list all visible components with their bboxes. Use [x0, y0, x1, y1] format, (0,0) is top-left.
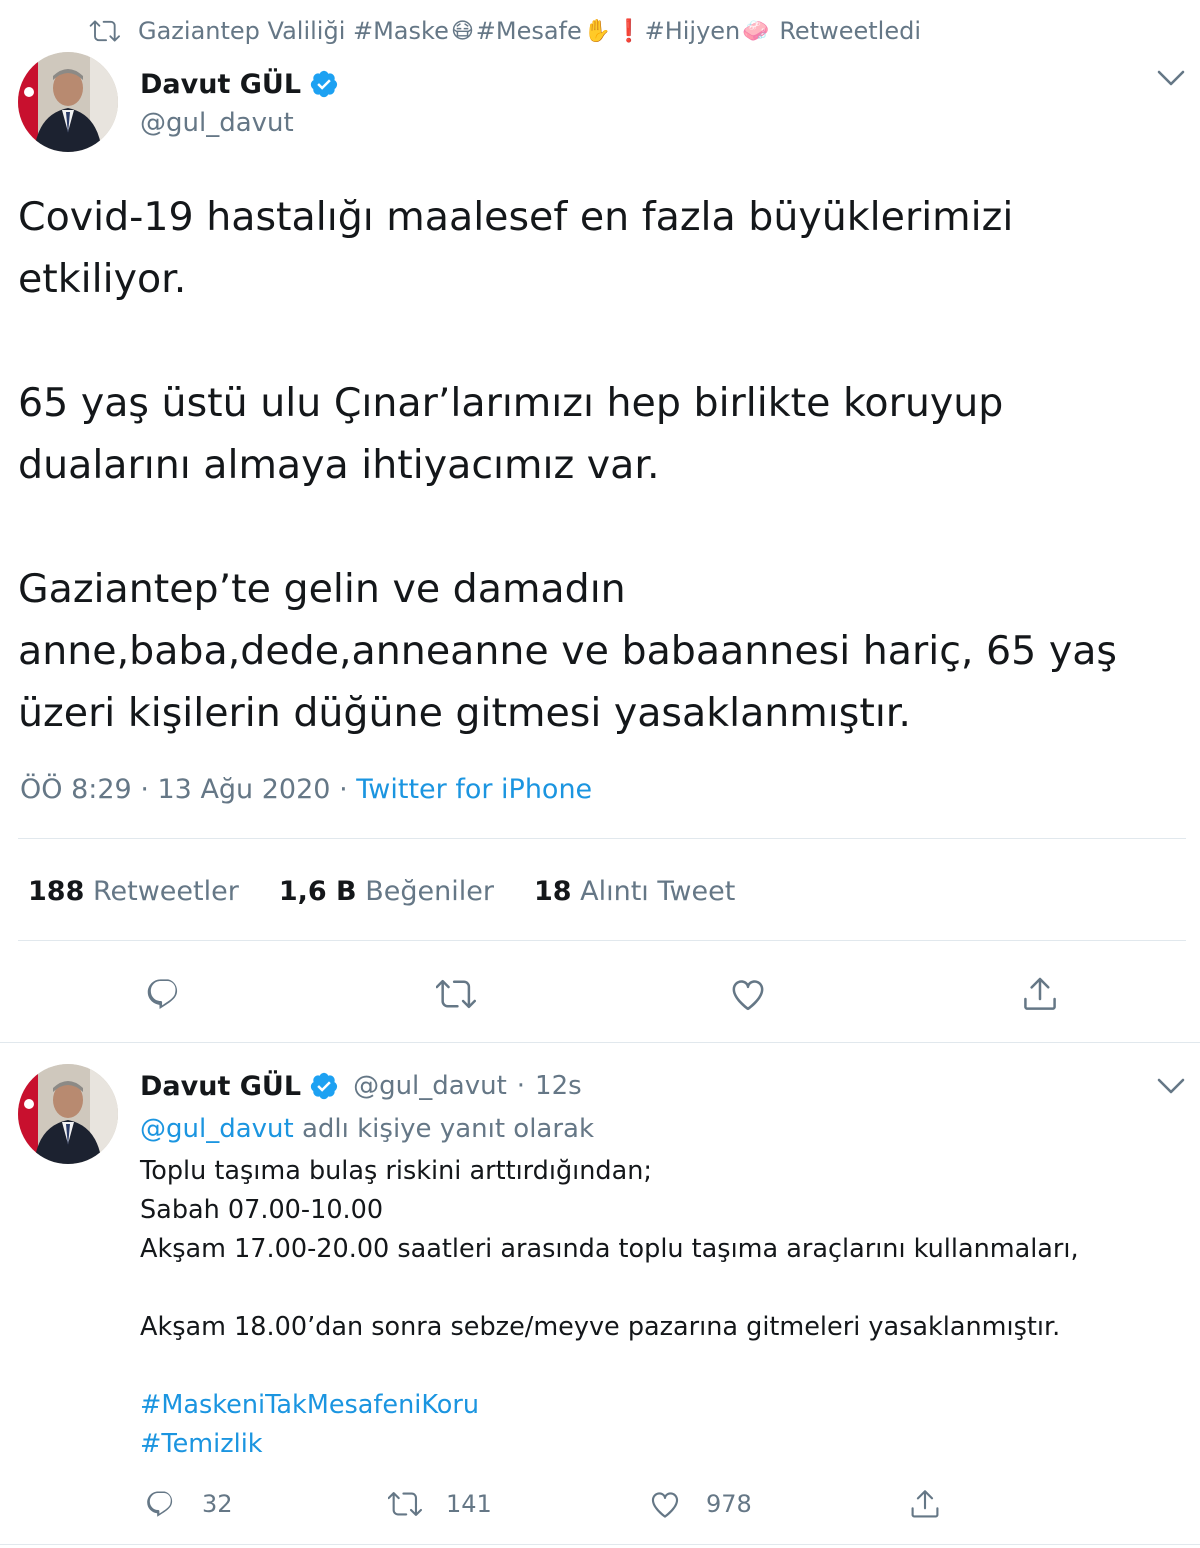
likes-count: 1,6 B	[278, 876, 357, 907]
tweet-date[interactable]: 13 Ağu 2020	[158, 774, 331, 805]
reply-header: Davut GÜL @gul_davut · 12s	[140, 1066, 582, 1106]
reply-icon	[147, 1491, 173, 1517]
reply-action[interactable]: 32	[144, 1484, 233, 1524]
reply-separator: ·	[516, 1071, 526, 1101]
retweeter-name[interactable]: Gaziantep Valiliği #Maske	[138, 17, 449, 45]
reply-author-handle[interactable]: @gul_davut	[353, 1071, 507, 1101]
retweets-stat[interactable]: 188 Retweetler	[28, 870, 239, 914]
reply-avatar[interactable]	[18, 1064, 118, 1164]
reply-author-name-text[interactable]: Davut GÜL	[140, 1071, 301, 1102]
reply-line-gap	[140, 1347, 1140, 1386]
exclamation-emoji-icon: ❗	[615, 18, 643, 44]
hashtag-mesafe[interactable]: #Mesafe	[476, 17, 582, 45]
tweet-line: etkiliyor.	[18, 256, 187, 302]
quotes-stat[interactable]: 18 Alıntı Tweet	[534, 870, 735, 914]
retweet-header[interactable]: Gaziantep Valiliği #Maske 😷 #Mesafe ✋ ❗ #Hijy…	[88, 14, 921, 48]
share-icon	[911, 1490, 939, 1518]
share-action[interactable]	[908, 1484, 966, 1524]
avatar[interactable]	[18, 52, 118, 152]
reply-count: 32	[202, 1490, 233, 1518]
verified-badge-icon	[310, 1072, 338, 1100]
quotes-label: Alıntı Tweet	[580, 876, 736, 907]
like-action[interactable]: 978	[648, 1484, 752, 1524]
retweet-icon[interactable]	[436, 974, 476, 1014]
replying-to: @gul_davut adlı kişiye yanıt olarak	[140, 1110, 594, 1148]
retweet-icon	[89, 20, 120, 42]
reply-line: Sabah 07.00-10.00	[140, 1195, 384, 1225]
replying-to-label: adlı kişiye yanıt olarak	[301, 1114, 595, 1144]
reply-line: Toplu taşıma bulaş riskini arttırdığında…	[140, 1156, 652, 1186]
tweet-line: Gaziantep’te gelin ve damadın	[18, 566, 626, 612]
reply-author-name[interactable]: Davut GÜL	[140, 1071, 339, 1102]
mask-emoji-icon: 😷	[450, 18, 474, 44]
hashtag-link[interactable]: #Temizlik	[140, 1425, 1140, 1464]
raised-hand-emoji-icon: ✋	[583, 18, 612, 44]
tweet-line: 65 yaş üstü ulu Çınar’larımızı hep birli…	[18, 380, 1004, 426]
like-heart-icon[interactable]	[728, 974, 768, 1014]
divider	[18, 940, 1186, 941]
meta-separator: ·	[140, 774, 149, 805]
tweet-line-gap	[18, 496, 1178, 558]
tweet-line: Covid-19 hastalığı maalesef en fazla büy…	[18, 194, 1014, 240]
meta-separator: ·	[339, 774, 348, 805]
chevron-down-icon[interactable]	[1156, 1076, 1186, 1096]
like-heart-icon	[651, 1492, 679, 1518]
share-icon[interactable]	[1020, 974, 1060, 1014]
divider	[18, 838, 1186, 839]
like-count: 978	[706, 1490, 752, 1518]
tweet-meta: ÖÖ 8:29 · 13 Ağu 2020 · Twitter for iPho…	[20, 770, 592, 810]
tweet-line: anne,baba,dede,anneanne ve babaannesi ha…	[18, 628, 1117, 674]
retweets-label: Retweetler	[92, 876, 239, 907]
author-handle[interactable]: @gul_davut	[140, 104, 294, 142]
reply-line: Akşam 17.00-20.00 saatleri arasında topl…	[140, 1234, 1079, 1264]
divider	[0, 1544, 1200, 1545]
avatar-photo	[18, 1064, 118, 1164]
retweet-count: 141	[446, 1490, 492, 1518]
tweet-source-link[interactable]: Twitter for iPhone	[356, 774, 592, 805]
retweets-count: 188	[28, 876, 85, 907]
author-name[interactable]: Davut GÜL	[140, 64, 339, 104]
reply-line-gap	[140, 1269, 1140, 1308]
reply-line: Akşam 18.00’dan sonra sebze/meyve pazarı…	[140, 1312, 1061, 1342]
retweet-icon	[388, 1492, 422, 1516]
retweet-action[interactable]: 141	[388, 1484, 492, 1524]
author-name-text[interactable]: Davut GÜL	[140, 69, 301, 100]
hashtag-link[interactable]: #MaskeniTakMesafeniKoru	[140, 1386, 1140, 1425]
chevron-down-icon[interactable]	[1156, 68, 1186, 88]
reply-age[interactable]: 12s	[535, 1071, 582, 1101]
tweet-line-gap	[18, 310, 1178, 372]
tweet-text: Covid-19 hastalığı maalesef en fazla büy…	[18, 186, 1178, 744]
tweet-stats: 188 Retweetler 1,6 B Beğeniler 18 Alıntı…	[28, 870, 735, 914]
reply-icon[interactable]	[144, 974, 184, 1014]
verified-badge-icon	[310, 70, 338, 98]
hashtag-hijyen[interactable]: #Hijyen	[645, 17, 741, 45]
soap-emoji-icon: 🧼	[742, 18, 770, 44]
tweet-time[interactable]: ÖÖ 8:29	[20, 774, 132, 805]
likes-stat[interactable]: 1,6 B Beğeniler	[279, 870, 494, 914]
avatar-photo	[18, 52, 118, 152]
divider	[0, 1042, 1200, 1043]
tweet-line: üzeri kişilerin düğüne gitmesi yasaklanm…	[18, 690, 911, 736]
quotes-count: 18	[533, 876, 572, 907]
replying-to-handle[interactable]: @gul_davut	[140, 1114, 294, 1144]
likes-label: Beğeniler	[365, 876, 494, 907]
retweeted-label: Retweetledi	[779, 17, 921, 45]
tweet-line: dualarını almaya ihtiyacımız var.	[18, 442, 660, 488]
reply-tweet-text: Toplu taşıma bulaş riskini arttırdığında…	[140, 1152, 1140, 1464]
